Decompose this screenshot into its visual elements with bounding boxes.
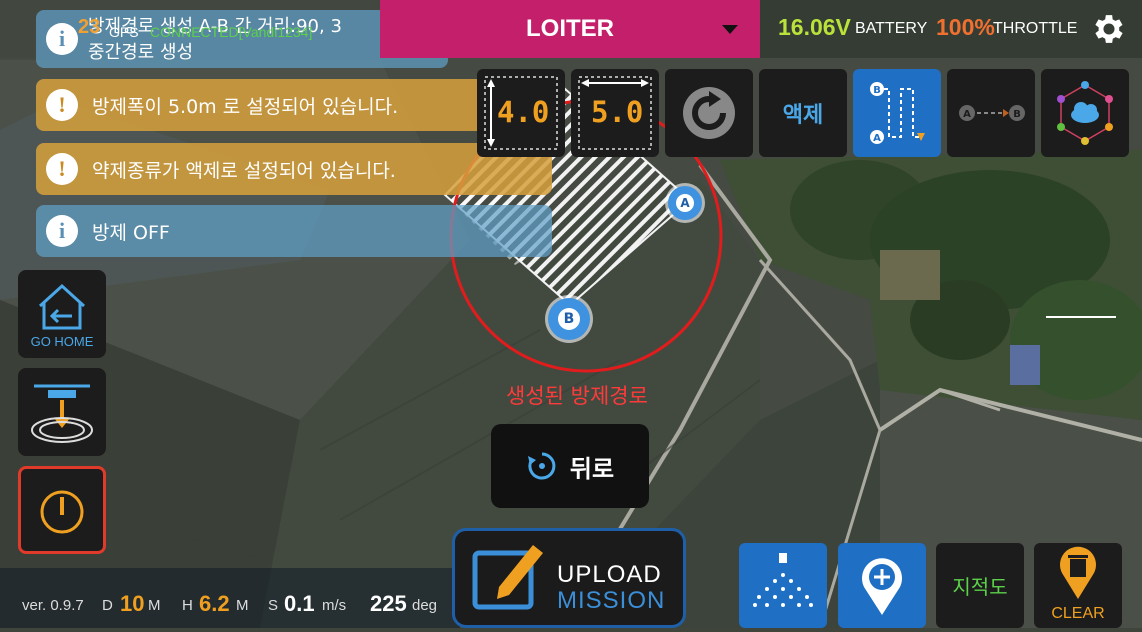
heading-unit: deg bbox=[412, 597, 438, 614]
mission-label: MISSION bbox=[557, 587, 666, 614]
waypoint-a-label: A bbox=[676, 194, 694, 212]
distance-value: 10 bbox=[120, 591, 145, 616]
settings-gear-icon[interactable] bbox=[1090, 10, 1128, 48]
warning-icon: ! bbox=[46, 153, 78, 185]
power-button[interactable] bbox=[18, 466, 106, 554]
flight-mode-dropdown[interactable]: LOITER bbox=[380, 0, 760, 58]
warning-icon: ! bbox=[46, 89, 78, 121]
undo-icon bbox=[527, 452, 556, 480]
speed-label: S bbox=[268, 597, 279, 614]
upload-mission-button[interactable]: UPLOAD MISSION bbox=[452, 528, 686, 628]
add-waypoint-button[interactable] bbox=[838, 543, 926, 628]
gps-label: GPS bbox=[109, 24, 139, 40]
app-version: ver. 0.9.7 bbox=[22, 597, 84, 614]
info-icon: i bbox=[46, 23, 78, 55]
waypoint-b-marker[interactable]: B bbox=[548, 298, 590, 340]
back-button[interactable]: 뒤로 bbox=[491, 424, 649, 508]
zigzag-path-button[interactable]: B A bbox=[853, 69, 941, 157]
spray-height-value: 4.0 bbox=[497, 95, 550, 129]
ab-line-button[interactable]: A B bbox=[947, 69, 1035, 157]
svg-text:B: B bbox=[873, 85, 881, 96]
refresh-icon bbox=[683, 87, 735, 139]
height-label: H bbox=[182, 597, 193, 614]
chemical-type-button[interactable]: 액제 bbox=[759, 69, 847, 157]
cloud-network-button[interactable] bbox=[1041, 69, 1129, 157]
height-unit: M bbox=[236, 597, 249, 614]
battery-voltage: 16.06V bbox=[778, 14, 851, 40]
notification-spray-width-text: 방제폭이 5.0m 로 설정되어 있습니다. bbox=[92, 95, 399, 118]
cloud-network-icon bbox=[1057, 81, 1113, 145]
power-icon bbox=[40, 490, 84, 534]
spray-path-annotation: 생성된 방제경로 bbox=[506, 384, 648, 408]
land-button[interactable] bbox=[18, 368, 106, 456]
speed-value: 0.1 bbox=[284, 591, 315, 616]
notification-chemical-type: ! 약제종류가 액제로 설정되어 있습니다. bbox=[36, 143, 552, 195]
cadastral-map-label: 지적도 bbox=[952, 575, 1008, 599]
location-pin-add-icon bbox=[862, 558, 902, 615]
battery-label: BATTERY bbox=[855, 20, 928, 37]
spray-toggle-button[interactable] bbox=[739, 543, 827, 628]
notification-spray-off-text: 방제 OFF bbox=[92, 221, 170, 244]
scale-indicator bbox=[1046, 316, 1116, 318]
drone-land-icon bbox=[31, 384, 93, 443]
svg-text:B: B bbox=[1013, 109, 1021, 120]
upload-label: UPLOAD bbox=[557, 561, 662, 588]
gps-connection-status: CONNECTED[Vandi1234] bbox=[150, 24, 313, 40]
back-label: 뒤로 bbox=[569, 454, 615, 483]
gps-satellite-count: 23 bbox=[78, 16, 101, 38]
spray-nozzle-icon bbox=[753, 553, 813, 607]
notification-spray-off: i 방제 OFF bbox=[36, 205, 552, 257]
zigzag-path-icon: B A bbox=[870, 82, 925, 144]
chemical-type-label: 액제 bbox=[782, 103, 824, 128]
waypoint-a-marker[interactable]: A bbox=[668, 186, 702, 220]
info-icon: i bbox=[46, 215, 78, 247]
spray-width-button[interactable]: 5.0 bbox=[571, 69, 659, 157]
notification-path-text: 방제경로 생성 A-B 간 거리:90, 3 중간경로 생성 bbox=[88, 14, 342, 66]
cadastral-map-button[interactable]: 지적도 bbox=[936, 543, 1024, 628]
edit-mission-icon bbox=[472, 545, 543, 610]
svg-text:A: A bbox=[963, 109, 971, 120]
ab-line-icon: A B bbox=[959, 105, 1025, 121]
waypoint-b-label: B bbox=[558, 308, 580, 330]
svg-text:A: A bbox=[873, 133, 881, 144]
heading-value: 225 bbox=[370, 591, 407, 616]
trash-pin-icon bbox=[1060, 546, 1096, 599]
clear-label: CLEAR bbox=[1051, 605, 1105, 622]
flight-mode-label: LOITER bbox=[526, 15, 614, 42]
refresh-button[interactable] bbox=[665, 69, 753, 157]
throttle-value: 100% bbox=[936, 14, 995, 40]
notification-chemical-type-text: 약제종류가 액제로 설정되어 있습니다. bbox=[92, 159, 396, 182]
distance-label: D bbox=[102, 597, 113, 614]
speed-unit: m/s bbox=[322, 597, 347, 614]
spray-height-button[interactable]: 4.0 bbox=[477, 69, 565, 157]
height-value: 6.2 bbox=[199, 591, 230, 616]
notification-line2: 중간경로 생성 bbox=[88, 42, 194, 63]
go-home-label: GO HOME bbox=[30, 334, 94, 349]
go-home-button[interactable]: GO HOME bbox=[18, 270, 106, 358]
chevron-down-icon bbox=[722, 25, 738, 34]
notification-spray-width: ! 방제폭이 5.0m 로 설정되어 있습니다. bbox=[36, 79, 552, 131]
spray-width-value: 5.0 bbox=[591, 95, 644, 129]
throttle-label: THROTTLE bbox=[993, 20, 1078, 37]
clear-button[interactable]: CLEAR bbox=[1034, 543, 1122, 628]
distance-unit: M bbox=[148, 597, 161, 614]
